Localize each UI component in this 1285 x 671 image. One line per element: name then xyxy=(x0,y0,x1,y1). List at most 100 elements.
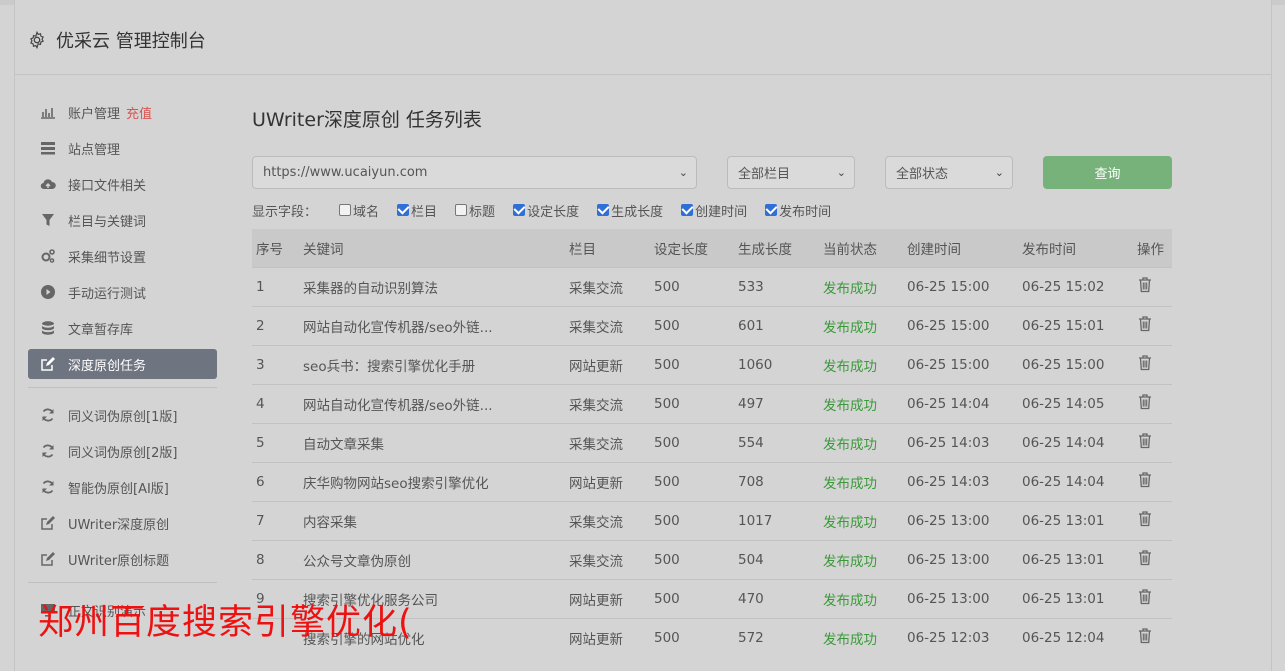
checkbox[interactable] xyxy=(455,204,468,216)
trash-icon[interactable] xyxy=(1137,276,1153,293)
sidebar-item-label: UWriter原创标题 xyxy=(68,553,170,569)
sidebar: 账户管理 充值站点管理接口文件相关 栏目与关键词采集细节设置手动运行测试 文章暂存库深… xyxy=(28,97,217,631)
sidebar-item-采集细节设置[interactable]: 采集细节设置 xyxy=(28,241,217,271)
app-header: 优采云 管理控制台 xyxy=(14,5,1272,75)
table-cell: 572 xyxy=(738,629,764,646)
checkbox[interactable] xyxy=(765,204,778,216)
table-cell: 06-25 15:01 xyxy=(1022,317,1105,334)
table-cell: 500 xyxy=(654,278,680,295)
table-cell: 06-25 12:04 xyxy=(1022,629,1105,646)
sidebar-item-账户管理[interactable]: 账户管理 充值 xyxy=(28,97,217,127)
table-cell: 发布成功 xyxy=(823,397,877,414)
trash-icon[interactable] xyxy=(1137,549,1153,566)
trash-icon[interactable] xyxy=(1137,315,1153,332)
sidebar-item-同义词伪原创-2版-[interactable]: 同义词伪原创[2版] xyxy=(28,436,217,466)
table-cell: 采集交流 xyxy=(569,553,623,570)
field-checkbox-发布时间[interactable]: 发布时间 xyxy=(765,201,831,220)
table-cell: 发布成功 xyxy=(823,592,877,609)
recharge-link[interactable]: 充值 xyxy=(126,103,152,122)
sidebar-item-label: 站点管理 xyxy=(68,142,121,158)
trash-icon[interactable] xyxy=(1137,393,1153,410)
table-cell: 06-25 14:03 xyxy=(907,434,990,451)
table-row: 8 公众号文章伪原创 采集交流 500 504 发布成功 06-25 13:00 06-25 … xyxy=(252,540,1172,579)
sidebar-item-文章暂存库[interactable]: 文章暂存库 xyxy=(28,313,217,343)
table-cell: 06-25 13:01 xyxy=(1022,512,1105,529)
status-select-value: 全部状态 xyxy=(896,167,949,182)
trash-icon[interactable] xyxy=(1137,432,1153,449)
checkbox-label: 发布时间 xyxy=(779,204,832,220)
table-cell: 554 xyxy=(738,434,764,451)
trash-icon[interactable] xyxy=(1137,471,1153,488)
table-header-row: 序号 关键词 栏目 设定长度 生成长度 当前状态 创建时间 发布时间 操作 xyxy=(252,229,1172,267)
sidebar-item-手动运行测试[interactable]: 手动运行测试 xyxy=(28,277,217,307)
sidebar-item-栏目与关键词[interactable]: 栏目与关键词 xyxy=(28,205,217,235)
field-checkbox-生成长度[interactable]: 生成长度 xyxy=(597,201,663,220)
table-cell: 06-25 14:04 xyxy=(1022,434,1105,451)
play-circle-icon xyxy=(39,284,57,300)
column-header: 发布时间 xyxy=(1022,241,1076,258)
sidebar-divider xyxy=(28,582,217,583)
table-cell: seo兵书：搜索引擎优化手册 xyxy=(303,358,476,375)
table-cell: 发布成功 xyxy=(823,631,877,648)
field-checkbox-域名[interactable]: 域名 xyxy=(339,201,379,220)
filter-icon xyxy=(39,212,57,228)
checkbox[interactable] xyxy=(339,204,352,216)
edit-icon xyxy=(39,551,57,567)
checkbox-label: 栏目 xyxy=(411,204,438,220)
field-checkbox-创建时间[interactable]: 创建时间 xyxy=(681,201,747,220)
column-header: 设定长度 xyxy=(654,241,708,258)
checkbox-label: 生成长度 xyxy=(611,204,664,220)
sidebar-item-站点管理[interactable]: 站点管理 xyxy=(28,133,217,163)
site-select[interactable]: https://www.ucaiyun.com ⌄ xyxy=(252,156,697,189)
refresh-icon xyxy=(39,407,57,423)
query-button[interactable]: 查询 xyxy=(1043,156,1172,189)
chevron-down-icon: ⌄ xyxy=(994,166,1004,179)
sidebar-item-深度原创任务[interactable]: 深度原创任务 xyxy=(28,349,217,379)
action-cell xyxy=(1133,384,1172,423)
table-cell: 06-25 15:00 xyxy=(1022,356,1105,373)
checkbox-label: 创建时间 xyxy=(695,204,748,220)
task-table: 序号 关键词 栏目 设定长度 生成长度 当前状态 创建时间 发布时间 操作 1 采集器的自动识别算… xyxy=(252,229,1172,657)
table-cell: 497 xyxy=(738,395,764,412)
sidebar-item-智能伪原创-ai版-[interactable]: 智能伪原创[AI版] xyxy=(28,472,217,502)
table-cell: 4 xyxy=(256,395,265,412)
table-cell: 8 xyxy=(256,551,265,568)
database-icon xyxy=(39,320,57,336)
edit-icon xyxy=(39,515,57,531)
table-cell: 06-25 13:00 xyxy=(907,512,990,529)
action-cell xyxy=(1133,579,1172,618)
cogs-icon xyxy=(39,248,57,264)
checkbox[interactable] xyxy=(397,204,410,216)
site-select-value: https://www.ucaiyun.com xyxy=(263,165,428,180)
trash-icon[interactable] xyxy=(1137,588,1153,605)
field-checkbox-栏目[interactable]: 栏目 xyxy=(397,201,437,220)
table-cell: 内容采集 xyxy=(303,514,357,531)
trash-icon[interactable] xyxy=(1137,510,1153,527)
action-cell xyxy=(1133,267,1172,306)
column-header: 当前状态 xyxy=(823,241,877,258)
table-cell: 504 xyxy=(738,551,764,568)
checkbox[interactable] xyxy=(597,204,610,216)
trash-icon[interactable] xyxy=(1137,627,1153,644)
column-header: 序号 xyxy=(256,241,283,258)
field-checkbox-标题[interactable]: 标题 xyxy=(455,201,495,220)
status-select[interactable]: 全部状态 ⌄ xyxy=(885,156,1013,189)
sidebar-item-接口文件相关[interactable]: 接口文件相关 xyxy=(28,169,217,199)
sidebar-item-uwriter深度原创[interactable]: UWriter深度原创 xyxy=(28,508,217,538)
table-row: 7 内容采集 采集交流 500 1017 发布成功 06-25 13:00 06-25 13:… xyxy=(252,501,1172,540)
sidebar-item-同义词伪原创-1版-[interactable]: 同义词伪原创[1版] xyxy=(28,400,217,430)
table-cell: 1060 xyxy=(738,356,773,373)
table-cell: 6 xyxy=(256,473,265,490)
action-cell xyxy=(1133,423,1172,462)
table-row: 6 庆华购物网站seo搜索引擎优化 网站更新 500 708 发布成功 06-25 14:0… xyxy=(252,462,1172,501)
checkbox[interactable] xyxy=(681,204,694,216)
sidebar-item-label: 采集细节设置 xyxy=(68,250,147,266)
table-cell: 自动文章采集 xyxy=(303,436,384,453)
table-cell: 发布成功 xyxy=(823,475,877,492)
sidebar-item-uwriter原创标题[interactable]: UWriter原创标题 xyxy=(28,544,217,574)
table-cell: 网站更新 xyxy=(569,592,623,609)
trash-icon[interactable] xyxy=(1137,354,1153,371)
field-checkbox-设定长度[interactable]: 设定长度 xyxy=(513,201,579,220)
column-select[interactable]: 全部栏目 ⌄ xyxy=(727,156,855,189)
checkbox[interactable] xyxy=(513,204,526,216)
